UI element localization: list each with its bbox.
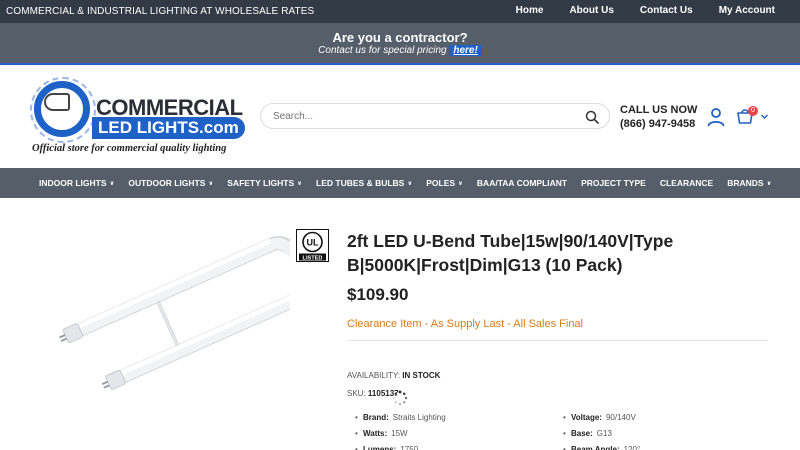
spec-list-left: • Brand: Straits Lighting • Watts: 15W • Lumens… <box>355 412 446 450</box>
banner-subtitle: Contact us for special pricing <box>318 45 447 56</box>
nav-item-label: CLEARANCE <box>659 178 714 188</box>
top-link-contact-us[interactable]: Contact Us <box>640 5 693 16</box>
ul-listed-badge: UL LISTED <box>296 229 329 262</box>
sku: SKU: 1105137 <box>347 389 399 398</box>
bullet-icon: • <box>563 413 566 422</box>
spec-item: • Lumens: 1750 <box>355 444 446 450</box>
top-link-my-account[interactable]: My Account <box>719 5 775 16</box>
main-nav-items: INDOOR LIGHTS ∨ OUTDOOR LIGHTS ∨ SAFETY LIGH… <box>39 178 771 188</box>
availability-label: AVAILABILITY: <box>347 371 401 380</box>
chevron-down-icon: ∨ <box>297 180 303 187</box>
ul-badge-label: LISTED <box>303 255 323 261</box>
bullet-icon: • <box>355 413 358 422</box>
top-link-home[interactable]: Home <box>516 5 544 16</box>
spec-item: • Watts: 15W <box>355 428 446 444</box>
clearance-notice: Clearance Item - As Supply Last - All Sa… <box>347 318 583 330</box>
spec-key: Watts: <box>363 429 388 438</box>
bullet-icon: • <box>563 429 566 438</box>
availability: AVAILABILITY: IN STOCK <box>347 371 440 380</box>
svg-text:UL: UL <box>307 238 319 248</box>
loading-spinner-icon <box>393 390 408 405</box>
chevron-down-icon: ∨ <box>208 180 214 187</box>
main-nav: INDOOR LIGHTS ∨ OUTDOOR LIGHTS ∨ SAFETY LIGH… <box>0 168 800 198</box>
spec-item: • Beam Angle: 120° <box>563 444 640 450</box>
banner-title: Are you a contractor? <box>332 30 468 45</box>
call-us-block: CALL US NOW (866) 947-9458 <box>620 104 697 130</box>
nav-item-safety-lights[interactable]: SAFETY LIGHTS ∨ <box>227 178 302 188</box>
spec-item: • Brand: Straits Lighting <box>355 412 446 428</box>
nav-item-label: PROJECT TYPE <box>581 178 646 188</box>
spec-item: • Base: G13 <box>563 428 640 444</box>
nav-item-led-tubes-bulbs[interactable]: LED TUBES & BULBS ∨ <box>316 178 412 188</box>
nav-item-label: BRANDS <box>727 178 764 188</box>
spec-key: Lumens: <box>363 445 397 450</box>
chevron-down-icon: ∨ <box>109 180 115 187</box>
spec-value: 15W <box>391 429 408 438</box>
top-bar-tagline: COMMERCIAL & INDUSTRIAL LIGHTING AT WHOL… <box>6 6 315 17</box>
site-logo[interactable]: COMMERCIAL LED LIGHTS.com Official store… <box>30 77 260 157</box>
top-links: Home About Us Contact Us My Account <box>516 5 775 16</box>
spec-list-right: • Voltage: 90/140V • Base: G13 • Beam Angle: 120… <box>563 412 640 450</box>
top-link-about-us[interactable]: About Us <box>569 5 613 16</box>
spec-item: • Voltage: 90/140V <box>563 412 640 428</box>
search-icon[interactable] <box>585 110 599 124</box>
phone-number[interactable]: (866) 947-9458 <box>620 118 697 130</box>
spec-value: 120° <box>623 445 641 450</box>
spec-key: Voltage: <box>571 413 602 422</box>
nav-item-brands[interactable]: BRANDS ∨ <box>727 178 771 188</box>
call-us-label: CALL US NOW <box>620 104 698 116</box>
availability-value: IN STOCK <box>402 371 441 380</box>
site-header: COMMERCIAL LED LIGHTS.com Official store… <box>0 67 800 168</box>
spec-key: Base: <box>571 429 593 438</box>
nav-item-label: INDOOR LIGHTS <box>39 178 107 188</box>
contractor-banner: Are you a contractor? Contact us for spe… <box>0 23 800 65</box>
spec-value: G13 <box>596 429 612 438</box>
nav-item-label: LED TUBES & BULBS <box>316 178 405 188</box>
bullet-icon: • <box>563 445 566 450</box>
search-input[interactable] <box>273 108 573 125</box>
search-bar <box>260 103 610 129</box>
sku-label: SKU: <box>347 389 366 398</box>
logo-bulb-icon <box>44 93 70 111</box>
nav-item-baa-taa-compliant[interactable]: BAA/TAA COMPLIANT <box>477 178 567 188</box>
nav-item-label: OUTDOOR LIGHTS <box>128 178 206 188</box>
divider <box>347 340 768 341</box>
banner-subtitle-row: Contact us for special pricing here! <box>0 45 800 56</box>
spec-key: Brand: <box>363 413 389 422</box>
cart-count-badge: 0 <box>748 106 758 116</box>
chevron-down-icon: ∨ <box>766 180 772 187</box>
nav-item-poles[interactable]: POLES ∨ <box>426 178 463 188</box>
nav-item-indoor-lights[interactable]: INDOOR LIGHTS ∨ <box>39 178 114 188</box>
product-image[interactable] <box>50 220 290 420</box>
logo-word-ledlights: LED LIGHTS.com <box>92 117 245 139</box>
nav-item-outdoor-lights[interactable]: OUTDOOR LIGHTS ∨ <box>128 178 213 188</box>
banner-here-link[interactable]: here! <box>449 45 482 56</box>
nav-item-label: BAA/TAA COMPLIANT <box>476 178 568 188</box>
nav-item-clearance[interactable]: CLEARANCE <box>660 178 713 188</box>
spec-value: 90/140V <box>605 413 636 422</box>
logo-slogan: Official store for commercial quality li… <box>32 143 227 154</box>
chevron-down-icon: ∨ <box>458 180 463 187</box>
nav-item-project-type[interactable]: PROJECT TYPE <box>581 178 646 188</box>
user-account-icon[interactable] <box>706 107 726 127</box>
bullet-icon: • <box>355 429 358 438</box>
bullet-icon: • <box>355 445 358 450</box>
top-bar: COMMERCIAL & INDUSTRIAL LIGHTING AT WHOL… <box>0 0 800 23</box>
spec-value: 1750 <box>400 445 419 450</box>
chevron-down-icon[interactable] <box>760 112 769 121</box>
nav-item-label: SAFETY LIGHTS <box>227 178 295 188</box>
spec-value: Straits Lighting <box>392 413 446 422</box>
nav-item-label: POLES <box>426 178 456 188</box>
chevron-down-icon: ∨ <box>407 180 413 187</box>
product-title: 2ft LED U-Bend Tube|15w|90/140V|Type B|5… <box>347 231 674 275</box>
spec-key: Beam Angle: <box>571 445 620 450</box>
product-price: $109.90 <box>347 285 409 304</box>
